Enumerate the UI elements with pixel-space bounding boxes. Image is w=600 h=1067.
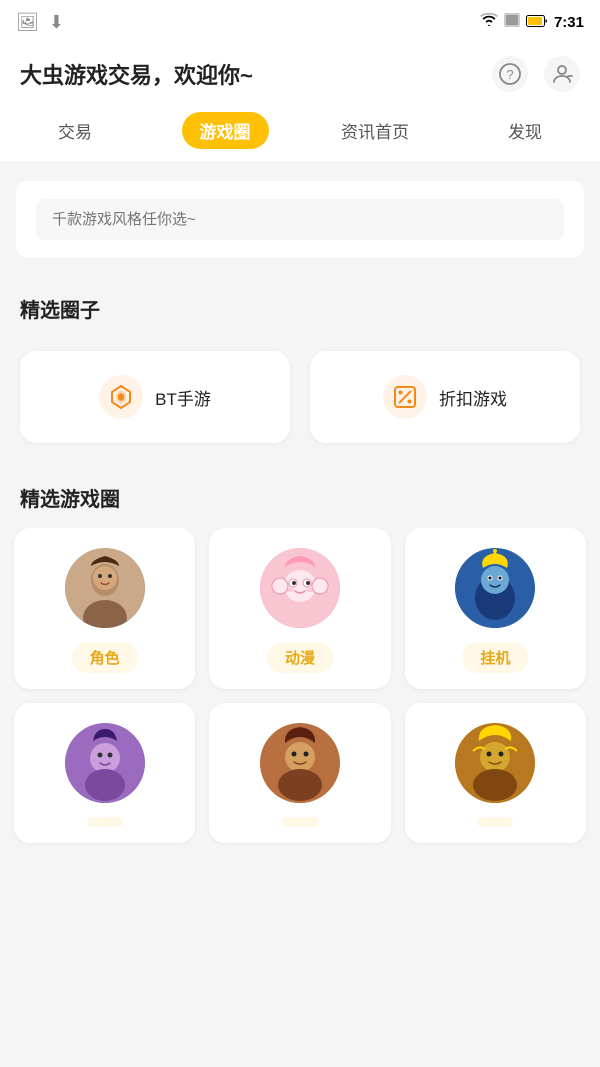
game-card-6[interactable] [405, 703, 586, 843]
game-tag-5 [282, 817, 318, 827]
circles-row: BT手游 折扣游戏 [20, 351, 580, 443]
game-tag-idle: 挂机 [462, 642, 528, 673]
app-header: 大虫游戏交易，欢迎你~ ? [0, 44, 600, 92]
game-avatar-role [65, 548, 145, 628]
tab-trade[interactable]: 交易 [0, 102, 150, 161]
game-avatar-idle [455, 548, 535, 628]
game-card-role[interactable]: 角色 [14, 528, 195, 689]
svg-text:?: ? [506, 67, 513, 82]
discount-games-label: 折扣游戏 [439, 385, 507, 410]
avatar-face-2 [260, 548, 340, 628]
help-button[interactable]: ? [492, 56, 528, 92]
avatar-face-1 [65, 548, 145, 628]
divider-2 [0, 268, 600, 278]
game-avatar-4 [65, 723, 145, 803]
tab-news[interactable]: 资讯首页 [300, 102, 450, 161]
game-card-idle[interactable]: 挂机 [405, 528, 586, 689]
battery-icon [526, 14, 548, 31]
sim-icon [504, 13, 520, 31]
avatar-face-6 [455, 723, 535, 803]
game-tag-4 [87, 817, 123, 827]
divider-1 [0, 161, 600, 171]
game-tag-anime: 动漫 [267, 642, 333, 673]
nav-tabs: 交易 游戏圈 资讯首页 发现 [0, 92, 600, 161]
game-card-5[interactable] [209, 703, 390, 843]
game-tag-role: 角色 [72, 642, 138, 673]
game-tag-6 [477, 817, 513, 827]
circle-bt-mobile[interactable]: BT手游 [20, 351, 290, 443]
game-card-anime[interactable]: 动漫 [209, 528, 390, 689]
bt-mobile-icon [99, 375, 143, 419]
status-time: 7:31 [554, 14, 584, 31]
featured-circles-title: 精选圈子 [0, 278, 600, 331]
avatar-face-5 [260, 723, 340, 803]
search-input[interactable] [36, 199, 564, 240]
featured-circles-section: BT手游 折扣游戏 [0, 331, 600, 463]
games-section: 精选游戏圈 角色 [0, 473, 600, 853]
tab-game-circle[interactable]: 游戏圈 [150, 102, 300, 161]
circle-discount-games[interactable]: 折扣游戏 [310, 351, 580, 443]
image-icon: 🖼 [16, 12, 39, 33]
bt-mobile-label: BT手游 [155, 385, 211, 410]
games-grid: 角色 [0, 528, 600, 843]
avatar-face-4 [65, 723, 145, 803]
user-button[interactable] [544, 56, 580, 92]
wifi-icon [480, 13, 498, 31]
game-avatar-anime [260, 548, 340, 628]
search-section [16, 181, 584, 258]
status-bar: 🖼 ⬇ 7:31 [0, 0, 600, 44]
game-avatar-5 [260, 723, 340, 803]
header-actions: ? [492, 56, 580, 92]
page-title: 大虫游戏交易，欢迎你~ [20, 58, 253, 90]
avatar-face-3 [455, 548, 535, 628]
game-avatar-6 [455, 723, 535, 803]
download-icon: ⬇ [49, 12, 64, 33]
featured-game-circles-title: 精选游戏圈 [0, 473, 600, 528]
divider-3 [0, 463, 600, 473]
discount-games-icon [383, 375, 427, 419]
tab-discover[interactable]: 发现 [450, 102, 600, 161]
status-bar-left: 🖼 ⬇ [16, 12, 64, 33]
status-bar-right: 7:31 [480, 13, 584, 31]
game-card-4[interactable] [14, 703, 195, 843]
